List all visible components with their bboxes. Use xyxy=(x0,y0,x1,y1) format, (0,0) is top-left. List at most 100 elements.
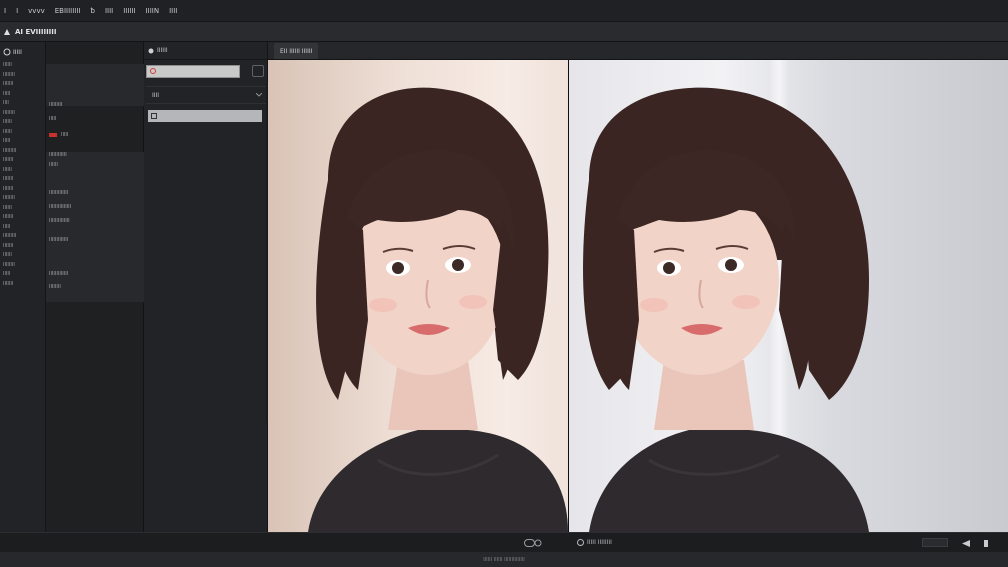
tool-item[interactable]: IIIIIIII xyxy=(3,194,45,204)
tool-item[interactable]: IIIIIII xyxy=(3,175,45,185)
property-label: IIIIIIIIIIIIII xyxy=(49,218,70,224)
field-options-button[interactable] xyxy=(252,65,264,77)
menu-item-8[interactable]: IIIIN xyxy=(146,7,160,15)
tool-item[interactable]: IIII xyxy=(3,99,45,109)
property-label: IIIII xyxy=(49,116,57,122)
document-tabs: EII IIIIII IIIIII xyxy=(268,42,1008,60)
property-row[interactable]: IIIIIIIIIIIII xyxy=(49,190,68,196)
layer-filter-label: IIII xyxy=(152,91,160,99)
tool-item[interactable]: IIIIIIIII xyxy=(3,147,45,157)
menu-item-2[interactable]: I xyxy=(16,7,18,15)
after-image[interactable] xyxy=(569,60,1008,532)
tools-header: IIIII xyxy=(0,42,45,58)
toggle-icon[interactable] xyxy=(524,539,542,547)
property-row[interactable]: IIIIIIII xyxy=(49,284,61,290)
portrait-image-left xyxy=(308,87,568,532)
tools-list: IIIIII IIIIIIII IIIIIII IIIII IIII IIIII… xyxy=(0,58,45,289)
layer-name-field xyxy=(146,64,266,78)
property-label: IIIIIIIIIIIII xyxy=(49,237,69,243)
menu-item-6[interactable]: IIII xyxy=(105,7,113,15)
layer-checkbox[interactable] xyxy=(151,113,157,119)
menu-item-5[interactable]: ƀ xyxy=(90,7,94,15)
tab-document-label: EII IIIIII IIIIII xyxy=(280,47,313,55)
layers-header: IIIIII xyxy=(144,42,267,60)
menu-item-7[interactable]: IIIIII xyxy=(123,7,135,15)
property-row[interactable]: IIIIIIIIIIII xyxy=(49,152,67,158)
property-label: IIIII xyxy=(61,132,69,138)
property-label: IIIIIIIIIIIII xyxy=(49,271,69,277)
portrait-image-right xyxy=(583,87,869,532)
layers-panel: IIIIII IIII xyxy=(144,42,269,532)
tool-item[interactable]: IIIII xyxy=(3,137,45,147)
tool-item[interactable]: IIIIII xyxy=(3,204,45,214)
tool-item[interactable]: IIIIII xyxy=(3,251,45,261)
clock-icon xyxy=(577,539,584,546)
bottom-strip: IIIIII IIIIII IIIIIIIIIIIIII xyxy=(0,552,1008,567)
property-label: IIIIIIIIIIIII xyxy=(49,190,69,196)
before-image[interactable] xyxy=(268,60,568,532)
status-left xyxy=(524,539,542,547)
menu-item-1[interactable]: I xyxy=(4,7,6,15)
status-right xyxy=(960,539,990,548)
chevron-down-icon xyxy=(256,93,262,97)
tool-item[interactable]: IIIIIII xyxy=(3,280,45,290)
tool-item[interactable]: IIIIII xyxy=(3,166,45,176)
property-row[interactable]: IIIIIIIII xyxy=(49,102,62,108)
tab-document[interactable]: EII IIIIII IIIIII xyxy=(274,43,319,59)
tool-item[interactable]: IIIIIII xyxy=(3,80,45,90)
property-label: IIIIIIIIIIIIIII xyxy=(49,204,72,210)
tools-header-label: IIIII xyxy=(13,48,22,56)
app-title: AI EVIIIIIIII xyxy=(15,27,57,36)
tool-item[interactable]: IIIII xyxy=(3,223,45,233)
status-text: IIIII IIIIIIII xyxy=(587,539,612,546)
canvas-area[interactable] xyxy=(268,60,1008,532)
tool-item[interactable]: IIIIIII xyxy=(3,185,45,195)
menu-item-4[interactable]: EBIIIIIIII xyxy=(55,7,81,15)
bottom-strip-text: IIIIII IIIIII IIIIIIIIIIIIII xyxy=(483,556,525,563)
tool-item[interactable]: IIIIII xyxy=(3,128,45,138)
layer-name-input[interactable] xyxy=(146,64,240,78)
property-row[interactable]: IIIII xyxy=(49,116,56,122)
menu-item-3[interactable]: vvvv xyxy=(28,7,45,15)
title-bar: AI EVIIIIIIII xyxy=(0,22,1008,42)
color-swatch[interactable] xyxy=(49,133,57,137)
property-label: IIIIIIII xyxy=(49,284,61,290)
record-icon xyxy=(150,68,156,74)
property-row[interactable]: IIIIII xyxy=(49,162,58,168)
tool-item[interactable]: IIIIIII xyxy=(3,213,45,223)
layer-filter-dropdown[interactable]: IIII xyxy=(146,86,266,104)
app-logo-icon xyxy=(4,28,10,35)
property-row[interactable]: IIIIIIIIIIIII xyxy=(49,237,68,243)
property-row[interactable]: IIIIIIIIIIIIII xyxy=(49,218,70,224)
zoom-field[interactable] xyxy=(922,538,948,547)
tool-item[interactable]: IIIIIIII xyxy=(3,109,45,119)
properties-panel: IIIIIIIII IIIII IIIII IIIIIIIIIIII IIIII… xyxy=(46,42,144,532)
layers-icon xyxy=(148,48,154,53)
tool-item[interactable]: IIIIIIII xyxy=(3,71,45,81)
property-row[interactable]: IIIII xyxy=(49,132,68,138)
tool-item[interactable]: IIIIII xyxy=(3,61,45,71)
properties-block xyxy=(46,64,144,106)
selected-layer-row[interactable] xyxy=(148,110,262,122)
tool-item[interactable]: IIIIII xyxy=(3,118,45,128)
navigation-icon[interactable] xyxy=(960,539,990,548)
status-center: IIIII IIIIIIII xyxy=(577,539,612,546)
status-bar: IIIII IIIIIIII xyxy=(0,532,1008,552)
tool-item[interactable]: IIIIIIII xyxy=(3,261,45,271)
tool-item[interactable]: IIIII xyxy=(3,90,45,100)
property-row[interactable]: IIIIIIIIIIIII xyxy=(49,271,68,277)
property-row[interactable]: IIIIIIIIIIIIIII xyxy=(49,204,71,210)
layers-title: IIIIII xyxy=(157,47,168,54)
tool-item[interactable]: IIIIIII xyxy=(3,156,45,166)
tool-item[interactable]: IIIIIII xyxy=(3,242,45,252)
menu-bar: I I vvvv EBIIIIIIII ƀ IIII IIIIII IIIIN … xyxy=(0,0,1008,22)
menu-list: I I vvvv EBIIIIIIII ƀ IIII IIIIII IIIIN … xyxy=(4,7,187,15)
menu-item-9[interactable]: IIII xyxy=(169,7,177,15)
tool-item[interactable]: IIIIIIIII xyxy=(3,232,45,242)
property-label: IIIIII xyxy=(49,162,58,168)
tool-item[interactable]: IIIII xyxy=(3,270,45,280)
tools-panel: IIIII IIIIII IIIIIIII IIIIIII IIIII IIII… xyxy=(0,42,46,532)
property-label: IIIIIIIIIIII xyxy=(49,152,67,158)
tools-icon xyxy=(3,48,11,56)
properties-block xyxy=(46,152,144,302)
